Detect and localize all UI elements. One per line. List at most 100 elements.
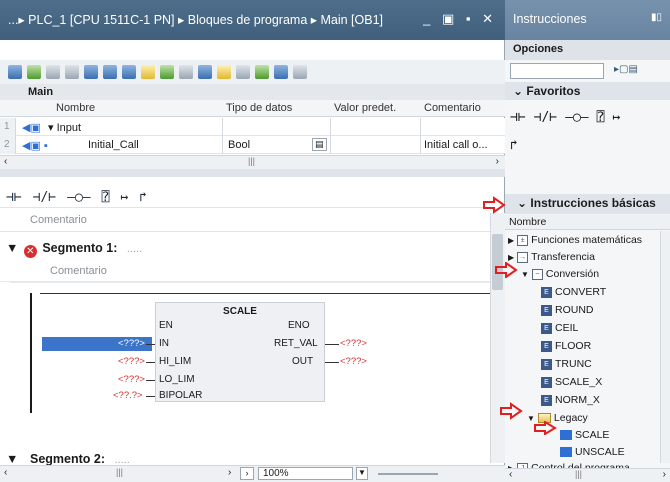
tree-item-funciones[interactable]: ▶ ± Funciones matemáticas: [508, 234, 642, 246]
row-comment[interactable]: Initial call o...: [424, 139, 488, 151]
pin-hi-lim: HI_LIM: [159, 356, 192, 367]
empty-box-icon[interactable]: ⍰: [597, 110, 605, 125]
pin-eno: ENO: [288, 320, 310, 331]
power-rail: [30, 293, 32, 413]
tree-item-label: CONVERT: [555, 286, 607, 298]
tree-item-trunc[interactable]: E TRUNC: [541, 358, 592, 370]
expand-icon[interactable]: ▶: [508, 236, 514, 245]
settings-icon[interactable]: [293, 65, 307, 79]
instruction-search[interactable]: [510, 63, 604, 79]
favorites-label: Favoritos: [526, 84, 581, 98]
breakpoint-icon[interactable]: [217, 65, 231, 79]
instruction-icon: E: [541, 304, 552, 316]
tree-item-convert[interactable]: E CONVERT: [541, 286, 606, 298]
param-ret-val[interactable]: <???>: [340, 338, 367, 349]
zoom-dropdown[interactable]: ▼: [356, 467, 368, 480]
nc-contact-icon[interactable]: ⊣/⊢: [534, 110, 557, 125]
zoom-field[interactable]: 100%: [258, 467, 353, 480]
tree-item-unscale[interactable]: UNSCALE: [560, 446, 625, 458]
zoom-slider[interactable]: [378, 473, 438, 475]
table-row[interactable]: 2 ◀▣ ▪ Initial_Call Bool ▤ Initial call …: [0, 136, 505, 154]
delete-segment-icon[interactable]: [46, 65, 60, 79]
type-picker-icon[interactable]: ▤: [312, 138, 327, 151]
function-block-icon: [560, 447, 572, 457]
coil-icon[interactable]: –◯–: [565, 110, 588, 125]
scale-function-block[interactable]: [155, 302, 325, 402]
row-number: 2: [0, 136, 16, 154]
basic-instructions-header[interactable]: ⌄ Instrucciones básicas: [505, 194, 670, 214]
table-row[interactable]: 1 ◀▣ ▾ Input: [0, 118, 505, 136]
close-branch-icon[interactable]: ↱: [510, 138, 518, 153]
empty-box-icon[interactable]: ⍰: [102, 190, 110, 205]
expand-icon[interactable]: ▶: [508, 253, 514, 262]
monitor-icon[interactable]: [236, 65, 250, 79]
segment-1-header[interactable]: ▼ ✕ Segmento 1: .....: [0, 238, 490, 258]
coil-icon[interactable]: –◯–: [67, 190, 90, 205]
col-comentario[interactable]: Comentario: [424, 102, 481, 114]
param-lo-lim[interactable]: <???>: [118, 374, 145, 385]
math-icon: ±: [517, 234, 529, 246]
comment-icon[interactable]: [141, 65, 155, 79]
expand-all-icon[interactable]: [84, 65, 98, 79]
view-icon[interactable]: [122, 65, 136, 79]
tree-item-norm-x[interactable]: E NORM_X: [541, 394, 600, 406]
collapse-icon[interactable]: ▼: [521, 270, 529, 279]
segment-comment[interactable]: Comentario: [0, 260, 490, 282]
basic-instructions-label: Instrucciones básicas: [530, 196, 656, 210]
tree-item-floor[interactable]: E FLOOR: [541, 340, 591, 352]
segment-title-dots: .....: [126, 243, 143, 255]
tree-column-header[interactable]: Nombre: [505, 215, 670, 230]
row-name[interactable]: Initial_Call: [88, 139, 139, 151]
close-branch-icon[interactable]: ↱: [139, 190, 147, 205]
param-bipolar[interactable]: <??.?>: [113, 390, 143, 401]
tree-item-label: Transferencia: [531, 251, 595, 263]
search-tools-icon[interactable]: ▸▢▤: [614, 64, 638, 75]
param-out[interactable]: <???>: [340, 356, 367, 367]
compare-icon[interactable]: [8, 65, 22, 79]
pin-bipolar: BIPOLAR: [159, 390, 203, 401]
block-comment[interactable]: Comentario: [0, 207, 490, 232]
error-icon: ✕: [23, 245, 37, 258]
param-in[interactable]: <???>: [118, 338, 145, 349]
window-buttons[interactable]: _ ▣ ▪ ✕: [423, 11, 497, 27]
no-contact-icon[interactable]: ⊣⊢: [510, 110, 526, 125]
panel-vscrollbar[interactable]: [660, 231, 670, 463]
collapse-icon[interactable]: ▼: [6, 241, 18, 255]
nc-contact-icon[interactable]: ⊣/⊢: [33, 190, 56, 205]
tree-item-transferencia[interactable]: ▶ → Transferencia: [508, 251, 595, 263]
splitter[interactable]: [0, 169, 505, 177]
col-tipo-datos[interactable]: Tipo de datos: [226, 102, 292, 114]
open-branch-icon[interactable]: ↦: [612, 110, 620, 125]
more-icon[interactable]: [274, 65, 288, 79]
tree-item-round[interactable]: E ROUND: [541, 304, 594, 316]
no-contact-icon[interactable]: ⊣⊢: [6, 190, 22, 205]
absolute-icon[interactable]: [179, 65, 193, 79]
watch-icon[interactable]: [198, 65, 212, 79]
tree-item-scale-x[interactable]: E SCALE_X: [541, 376, 602, 388]
red-arrow-icon: [500, 402, 523, 420]
col-valor-predet[interactable]: Valor predet.: [334, 102, 396, 114]
pin-lo-lim: LO_LIM: [159, 374, 195, 385]
collapse-icon[interactable]: ▼: [6, 452, 18, 466]
tree-item-scale[interactable]: SCALE: [560, 429, 609, 441]
editor-title-bar: ...▸ PLC_1 [CPU 1511C-1 PN] ▸ Bloques de…: [0, 0, 505, 40]
block-interface-header: Main: [0, 84, 505, 100]
panel-window-buttons[interactable]: ▮▯: [651, 12, 662, 23]
col-nombre[interactable]: Nombre: [56, 102, 95, 114]
favorites-header[interactable]: ⌄ Favoritos: [505, 82, 670, 100]
interface-hscrollbar[interactable]: ‹ ||| ›: [0, 155, 505, 169]
online-icon[interactable]: [255, 65, 269, 79]
tree-item-ceil[interactable]: E CEIL: [541, 322, 578, 334]
zoom-nav-button[interactable]: ›: [240, 467, 254, 480]
param-hi-lim[interactable]: <???>: [118, 356, 145, 367]
collapse-all-icon[interactable]: [103, 65, 117, 79]
favorites-icon[interactable]: [160, 65, 174, 79]
pin-in: IN: [159, 338, 169, 349]
tree-item-conversion[interactable]: ▼ ~ Conversión: [521, 268, 599, 280]
row-name[interactable]: ▾ Input: [48, 121, 81, 134]
insert-segment-icon[interactable]: [27, 65, 41, 79]
row-type[interactable]: Bool: [228, 139, 250, 151]
move-icon[interactable]: [65, 65, 79, 79]
panel-hscrollbar[interactable]: ‹ ||| ›: [505, 468, 670, 482]
open-branch-icon[interactable]: ↦: [120, 190, 128, 205]
